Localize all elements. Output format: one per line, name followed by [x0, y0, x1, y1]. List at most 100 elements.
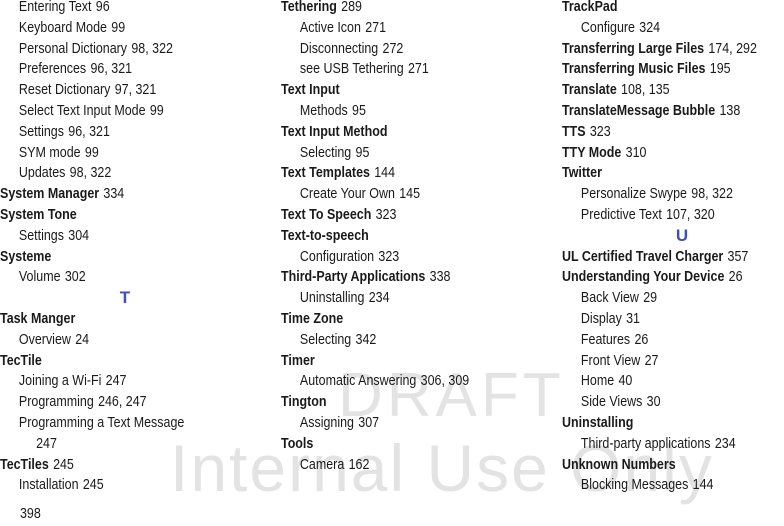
index-entry: TTS 323 [562, 122, 753, 143]
index-term: Settings [18, 227, 64, 244]
page-reference[interactable]: 31 [626, 311, 640, 327]
page-reference[interactable]: 323 [376, 207, 397, 223]
index-term: Translate [562, 82, 617, 99]
page-reference[interactable]: 342 [356, 332, 377, 348]
page-reference[interactable]: 338 [430, 269, 451, 285]
index-entry: Third-Party Applications 338 [281, 267, 522, 288]
page-reference[interactable]: 29 [643, 290, 657, 306]
page-reference[interactable]: 26 [729, 269, 743, 285]
index-column-2: Tethering 289 Active Icon 271 Disconnecting 2… [281, 0, 561, 475]
page-reference[interactable]: 323 [378, 249, 399, 265]
index-term: Text To Speech [281, 206, 372, 223]
page-reference[interactable]: 306, 309 [421, 373, 470, 389]
index-term: Selecting [299, 331, 352, 348]
page-reference[interactable]: 99 [85, 145, 99, 161]
page-reference[interactable]: 27 [645, 353, 659, 369]
index-entry: TranslateMessage Bubble 138 [562, 101, 753, 122]
index-term: Text Templates [281, 165, 370, 182]
page-reference[interactable]: 96, 321 [90, 61, 132, 77]
index-subentry: Programming 246, 247 [0, 392, 232, 413]
page-reference[interactable]: 99 [150, 103, 164, 119]
page-reference[interactable]: 234 [369, 290, 390, 306]
index-subentry: Active Icon 271 [281, 18, 522, 39]
index-subentry: Preferences 96, 321 [0, 59, 232, 80]
index-subentry: Overview 24 [0, 330, 232, 351]
index-subentry: Settings 96, 321 [0, 122, 232, 143]
page-reference[interactable]: 246, 247 [98, 394, 147, 410]
page-reference[interactable]: 324 [639, 20, 660, 36]
page-reference[interactable]: 40 [618, 373, 632, 389]
page-reference[interactable]: 271 [365, 20, 386, 36]
index-term: Updates [18, 165, 66, 182]
page-reference[interactable]: 162 [349, 457, 370, 473]
index-term: Time Zone [281, 310, 344, 327]
page-reference[interactable]: 323 [590, 124, 611, 140]
page-reference[interactable]: 271 [408, 61, 429, 77]
page-reference[interactable]: 98, 322 [131, 41, 173, 57]
index-entry: Text Templates 144 [281, 163, 522, 184]
page-reference[interactable]: 95 [356, 145, 370, 161]
index-term: Front View [580, 352, 641, 369]
page-reference[interactable]: 107, 320 [666, 207, 715, 223]
index-entry: Transferring Music Files 195 [562, 59, 753, 80]
index-subentry: SYM mode 99 [0, 143, 232, 164]
page-reference[interactable]: 247 [106, 373, 127, 389]
index-term: Selecting [299, 144, 352, 161]
page-reference[interactable]: 138 [719, 103, 740, 119]
index-entry: Translate 108, 135 [562, 80, 753, 101]
index-subentry: Side Views 30 [562, 392, 753, 413]
index-term: Camera [299, 456, 345, 473]
page-reference[interactable]: 98, 322 [691, 186, 733, 202]
page-reference[interactable]: 247 [36, 436, 57, 452]
index-term: Installation [18, 477, 79, 494]
page-reference[interactable]: 245 [53, 457, 74, 473]
index-entry: Understanding Your Device 26 [562, 267, 753, 288]
index-entry: TecTile [0, 351, 232, 372]
index-subentry: Keyboard Mode 99 [0, 18, 232, 39]
index-subentry: Uninstalling 234 [281, 288, 522, 309]
page-reference[interactable]: 334 [103, 186, 124, 202]
page-reference[interactable]: 174, 292 [708, 41, 757, 57]
index-term: Volume [18, 269, 61, 286]
index-term: Display [580, 310, 622, 327]
page-reference[interactable]: 26 [634, 332, 648, 348]
index-entry: UL Certified Travel Charger 357 [562, 247, 753, 268]
index-subentry: Create Your Own 145 [281, 184, 522, 205]
page-reference[interactable]: 108, 135 [621, 82, 670, 98]
index-entry: System Manager 334 [0, 184, 232, 205]
page-reference[interactable]: 272 [383, 41, 404, 57]
index-subentry: Configuration 323 [281, 247, 522, 268]
page-reference[interactable]: 195 [710, 61, 731, 77]
page-reference[interactable]: 145 [399, 186, 420, 202]
page-reference[interactable]: 144 [693, 477, 714, 493]
index-subentry: Installation 245 [0, 475, 232, 496]
page-reference[interactable]: 96, 321 [68, 124, 110, 140]
page-reference[interactable]: 95 [352, 103, 366, 119]
page-reference[interactable]: 98, 322 [70, 165, 112, 181]
page-reference[interactable]: 310 [626, 145, 647, 161]
index-subentry: Methods 95 [281, 101, 522, 122]
index-term: Reset Dictionary [18, 82, 111, 99]
index-term: TTS [562, 123, 586, 140]
page-reference[interactable]: 304 [68, 228, 89, 244]
page-reference[interactable]: 30 [647, 394, 661, 410]
page-reference[interactable]: 96 [96, 0, 110, 15]
index-term: Tools [281, 435, 314, 452]
page-reference[interactable]: 97, 321 [115, 82, 157, 98]
page-reference[interactable]: 289 [341, 0, 362, 15]
index-entry: Transferring Large Files 174, 292 [562, 39, 757, 60]
page-reference[interactable]: 357 [728, 249, 749, 265]
index-term: Systeme [0, 248, 52, 265]
page-reference[interactable]: 234 [715, 436, 736, 452]
page-reference[interactable]: 302 [65, 269, 86, 285]
index-term: Understanding Your Device [562, 269, 725, 286]
page-reference[interactable]: 24 [75, 332, 89, 348]
index-term: Back View [580, 290, 639, 307]
page-reference[interactable]: 245 [83, 477, 104, 493]
index-subentry: Home 40 [562, 371, 753, 392]
index-entry: Text Input Method [281, 122, 522, 143]
page-reference[interactable]: 307 [358, 415, 379, 431]
page-reference[interactable]: 144 [374, 165, 395, 181]
index-subentry: Disconnecting 272 [281, 39, 522, 60]
page-reference[interactable]: 99 [111, 20, 125, 36]
